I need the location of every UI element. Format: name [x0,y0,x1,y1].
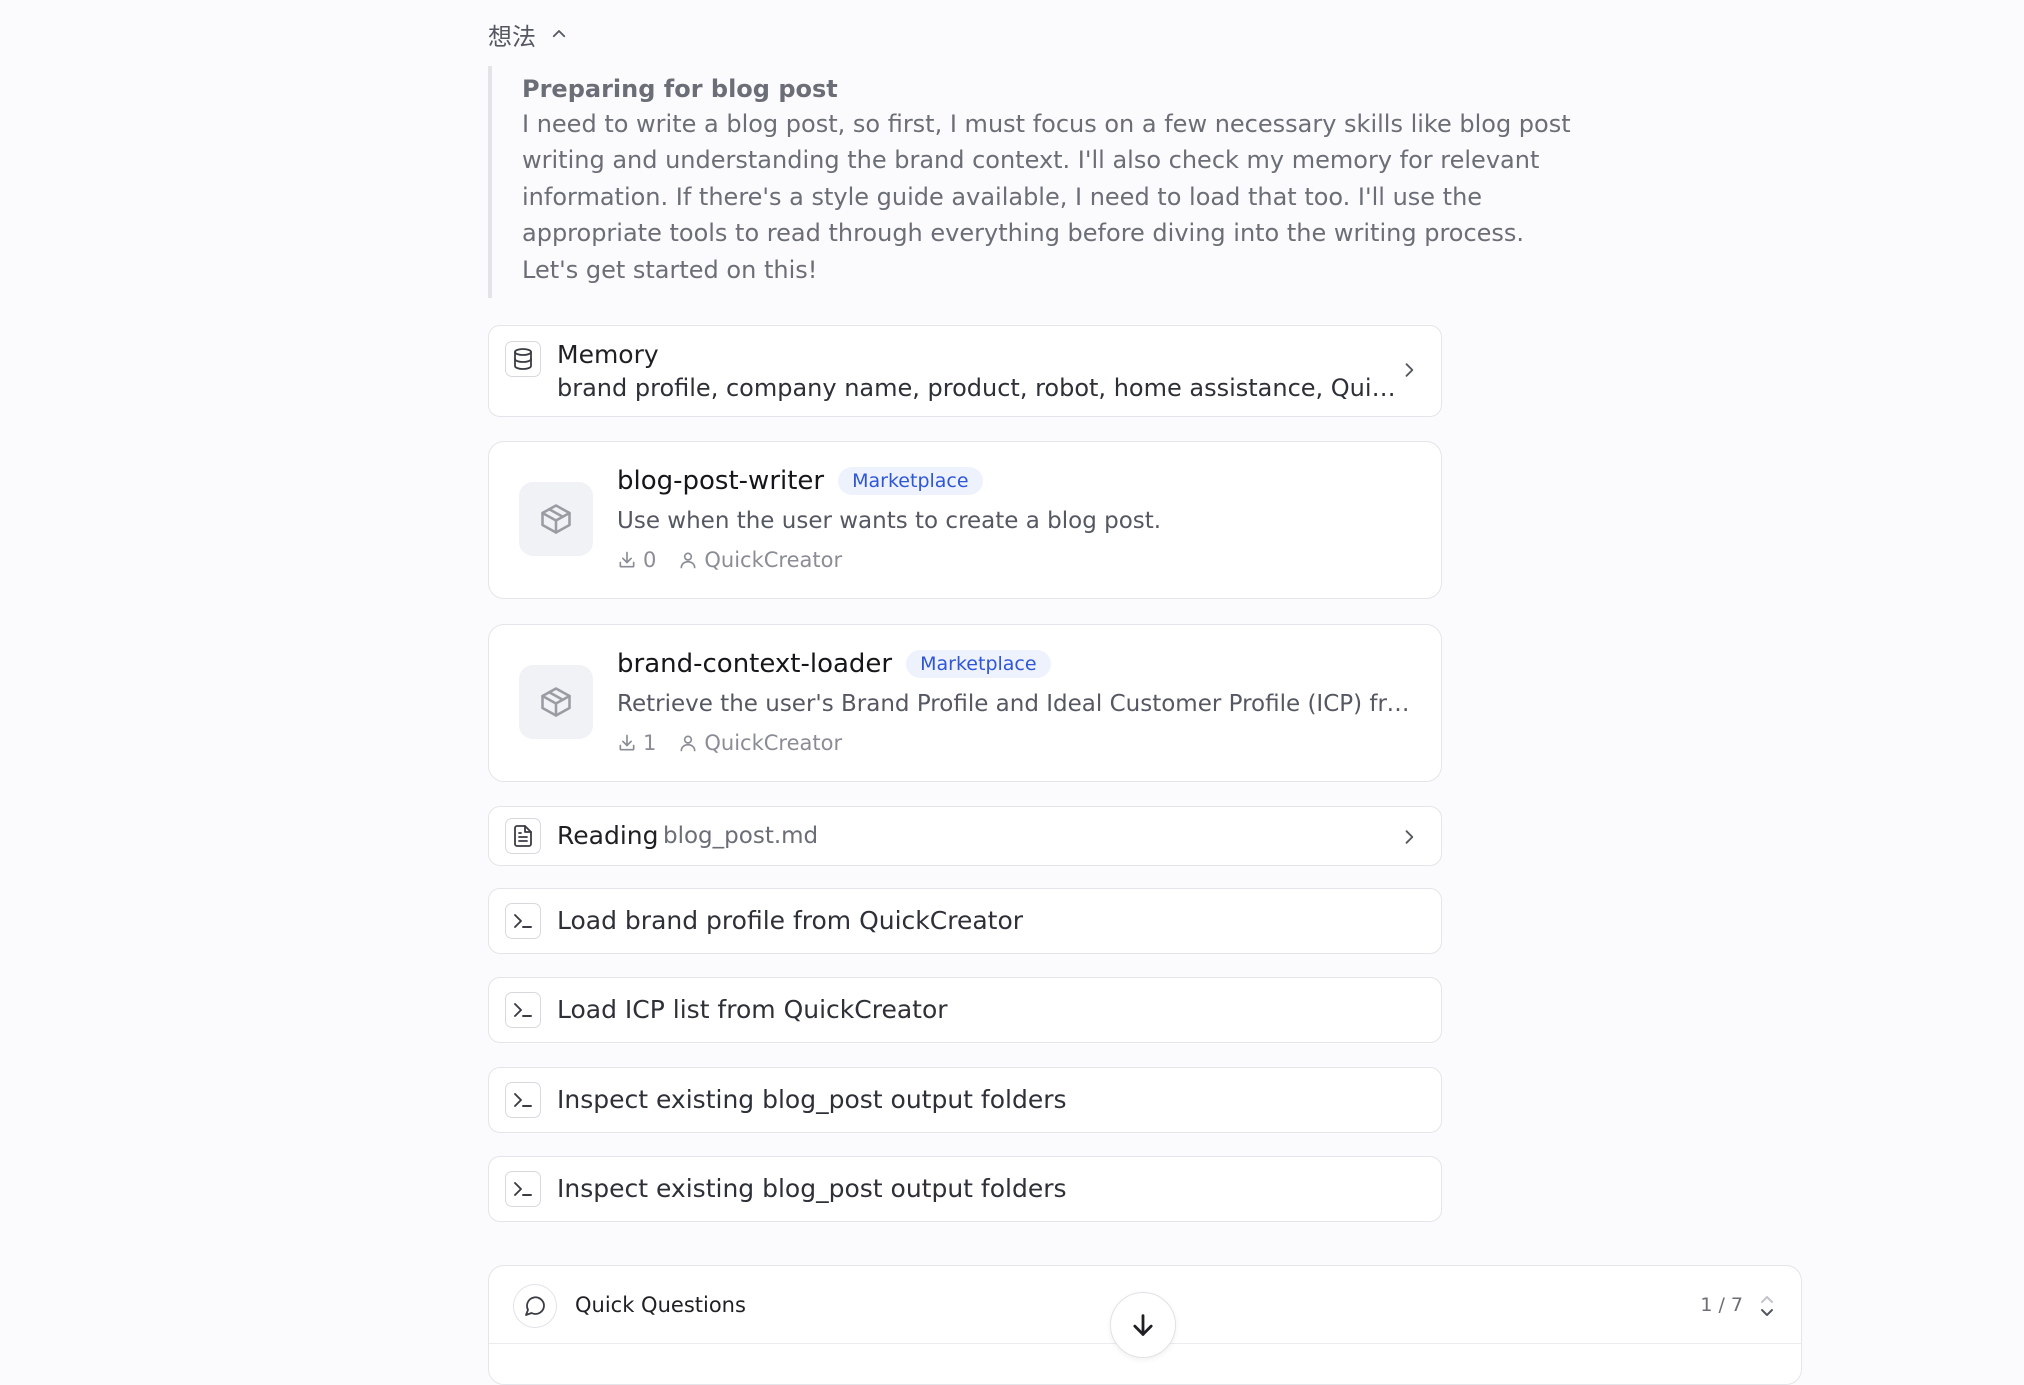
step-label: Inspect existing blog_post output folder… [557,1085,1067,1114]
skill-downloads: 1 [617,731,656,755]
thought-title: Preparing for blog post [522,75,838,103]
reading-label: Reading [557,821,659,850]
step-icon-box [505,992,541,1028]
quick-questions-title: Quick Questions [575,1293,746,1317]
chevron-right-icon[interactable] [1399,360,1419,380]
author-name: QuickCreator [704,731,843,755]
user-icon [680,552,696,569]
chevron-up-icon [552,30,566,38]
download-icon [619,551,635,568]
marketplace-badge: Marketplace [906,650,1051,678]
terminal-icon [514,1093,532,1107]
terminal-icon [514,914,532,928]
step-icon-box [505,1171,541,1207]
skill-name-row: blog-post-writer Marketplace [617,466,983,496]
database-icon [514,348,532,370]
chevron-right-icon[interactable] [1399,827,1419,847]
message-circle-icon [525,1296,545,1316]
memory-title: Memory [557,340,659,369]
skill-author: QuickCreator [678,548,842,572]
step-icon-box [505,903,541,939]
skill-meta: 1 QuickCreator [617,731,842,755]
arrow-down-icon [1133,1314,1153,1336]
step-card[interactable]: Load ICP list from QuickCreator [488,977,1442,1043]
reading-card[interactable]: Reading blog_post.md [488,806,1442,866]
skill-card-blog-post-writer[interactable]: blog-post-writer Marketplace Use when th… [488,441,1442,599]
step-card[interactable]: Load brand profile from QuickCreator [488,888,1442,954]
download-icon [619,734,635,751]
package-icon [541,504,571,534]
step-card[interactable]: Inspect existing blog_post output folder… [488,1156,1442,1222]
step-icon-box [505,1082,541,1118]
package-icon [541,687,571,717]
skill-name: brand-context-loader [617,649,893,679]
reading-file-name: blog_post.md [663,823,819,849]
skill-meta: 0 QuickCreator [617,548,842,572]
author-name: QuickCreator [704,548,843,572]
thoughts-toggle-label: 想法 [488,22,536,51]
chevron-up-down-icon[interactable] [1757,1292,1777,1320]
quick-questions-icon-badge [513,1284,557,1328]
terminal-icon [514,1182,532,1196]
step-card[interactable]: Inspect existing blog_post output folder… [488,1067,1442,1133]
skill-author: QuickCreator [678,731,842,755]
marketplace-badge: Marketplace [838,467,983,495]
memory-icon-box [505,341,541,377]
skill-icon-tile [519,482,593,556]
skill-name: blog-post-writer [617,466,825,496]
skill-name-row: brand-context-loader Marketplace [617,649,1051,679]
quick-questions-counter: 1 / 7 [1700,1294,1743,1316]
terminal-icon [514,1003,532,1017]
skill-description: Retrieve the user's Brand Profile and Id… [617,691,1417,717]
memory-card[interactable]: Memory brand profile, company name, prod… [488,325,1442,417]
memory-summary: brand profile, company name, product, ro… [557,374,1397,402]
reading-icon-box [505,818,541,854]
skill-icon-tile [519,665,593,739]
download-count: 0 [643,548,657,572]
thoughts-toggle[interactable]: 想法 [488,16,568,52]
skill-card-brand-context-loader[interactable]: brand-context-loader Marketplace Retriev… [488,624,1442,782]
thought-block: Preparing for blog post I need to write … [488,66,1578,298]
skill-downloads: 0 [617,548,656,572]
thought-body: I need to write a blog post, so first, I… [522,110,1571,284]
step-label: Inspect existing blog_post output folder… [557,1174,1067,1203]
step-label: Load ICP list from QuickCreator [557,995,948,1024]
skill-description: Use when the user wants to create a blog… [617,508,1162,534]
download-count: 1 [643,731,657,755]
user-icon [680,735,696,752]
step-label: Load brand profile from QuickCreator [557,906,1024,935]
scroll-to-bottom-button[interactable] [1110,1292,1176,1358]
file-text-icon [514,825,532,847]
